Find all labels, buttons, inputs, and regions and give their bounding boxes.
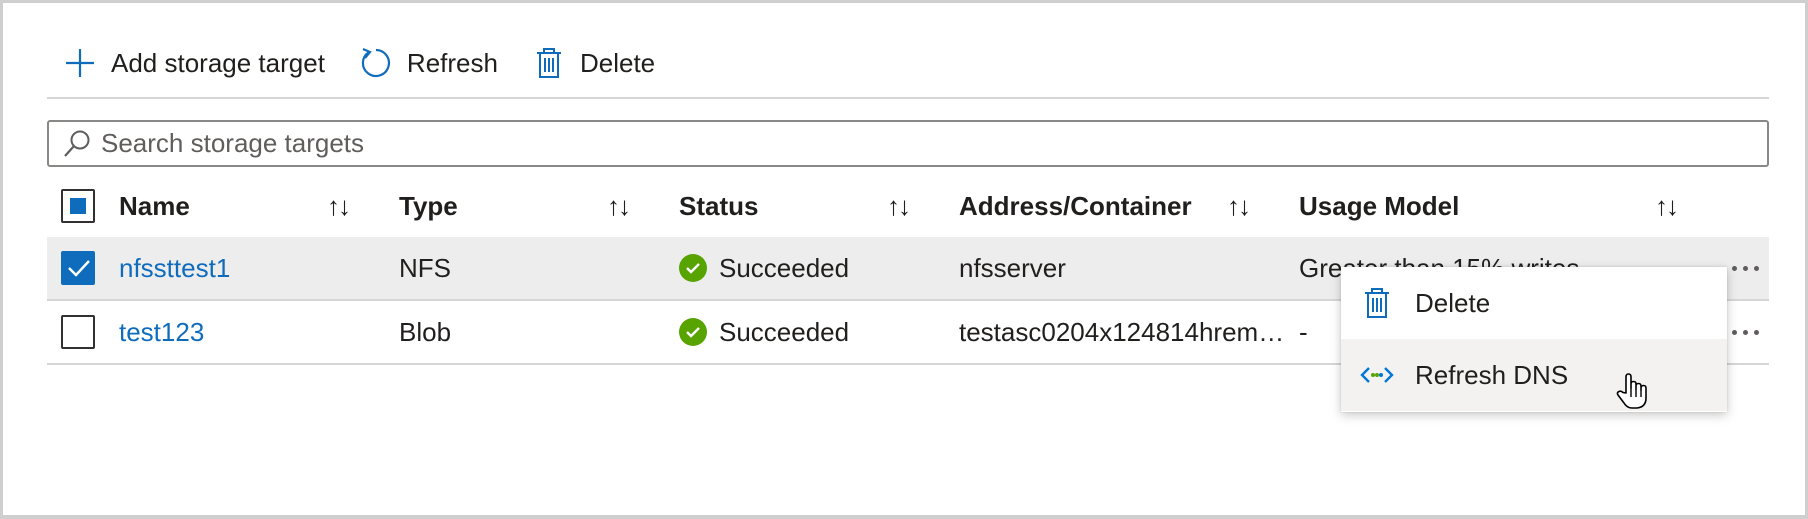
menu-item-delete-label: Delete (1415, 287, 1491, 318)
select-all-checkbox[interactable] (61, 189, 95, 223)
dns-refresh-icon (1359, 357, 1395, 393)
more-actions-button[interactable] (1721, 237, 1769, 299)
refresh-icon (359, 46, 393, 80)
sort-address-button[interactable]: ↑↓ (1227, 175, 1251, 237)
column-header-usage-model: Usage Model (1299, 190, 1460, 221)
success-check-icon (679, 318, 707, 346)
sort-usage-model-button[interactable]: ↑↓ (1655, 175, 1679, 237)
status-text: Succeeded (719, 316, 850, 347)
column-header-status: Status (679, 190, 759, 221)
column-header-address: Address/Container (959, 190, 1192, 221)
refresh-label: Refresh (406, 47, 498, 78)
add-storage-target-label: Add storage target (111, 47, 325, 78)
table-header: Name ↑↓ Type ↑↓ Status ↑↓ Address/Contai… (47, 175, 1769, 237)
status-cell: Succeeded (679, 237, 849, 299)
status-text: Succeeded (719, 252, 850, 283)
sort-name-button[interactable]: ↑↓ (327, 175, 351, 237)
more-actions-button[interactable] (1721, 301, 1769, 363)
column-header-name: Name (119, 190, 190, 221)
usage-model-cell: - (1299, 316, 1308, 347)
sort-status-button[interactable]: ↑↓ (887, 175, 911, 237)
hand-cursor-icon (1615, 371, 1649, 411)
search-icon (61, 128, 93, 160)
row-checkbox[interactable] (61, 315, 95, 349)
context-menu: Delete Refresh DNS (1341, 267, 1727, 412)
add-storage-target-button[interactable]: Add storage target (63, 39, 325, 87)
delete-label: Delete (579, 47, 656, 78)
trash-icon (1359, 285, 1395, 321)
storage-target-name-link[interactable]: nfssttest1 (119, 237, 230, 299)
trash-icon (532, 46, 566, 80)
success-check-icon (679, 254, 707, 282)
menu-item-refresh-dns-label: Refresh DNS (1415, 359, 1569, 390)
toolbar-divider (47, 97, 1769, 99)
search-input[interactable] (101, 128, 1701, 159)
menu-item-refresh-dns[interactable]: Refresh DNS (1341, 339, 1727, 411)
storage-targets-panel: Add storage target Refresh Delete Name ↑… (0, 0, 1808, 519)
search-box[interactable] (47, 120, 1769, 167)
toolbar: Add storage target Refresh Delete (63, 39, 689, 87)
address-cell: testasc0204x124814hrem… (959, 316, 1285, 347)
address-cell: nfsserver (959, 252, 1066, 283)
type-cell: NFS (399, 252, 451, 283)
plus-icon (63, 46, 97, 80)
storage-target-name-link[interactable]: test123 (119, 301, 204, 363)
refresh-button[interactable]: Refresh (359, 39, 498, 87)
sort-type-button[interactable]: ↑↓ (607, 175, 631, 237)
column-header-type: Type (399, 190, 458, 221)
row-checkbox[interactable] (61, 251, 95, 285)
status-cell: Succeeded (679, 301, 849, 363)
type-cell: Blob (399, 316, 452, 347)
delete-button[interactable]: Delete (532, 39, 655, 87)
menu-item-delete[interactable]: Delete (1341, 267, 1727, 339)
